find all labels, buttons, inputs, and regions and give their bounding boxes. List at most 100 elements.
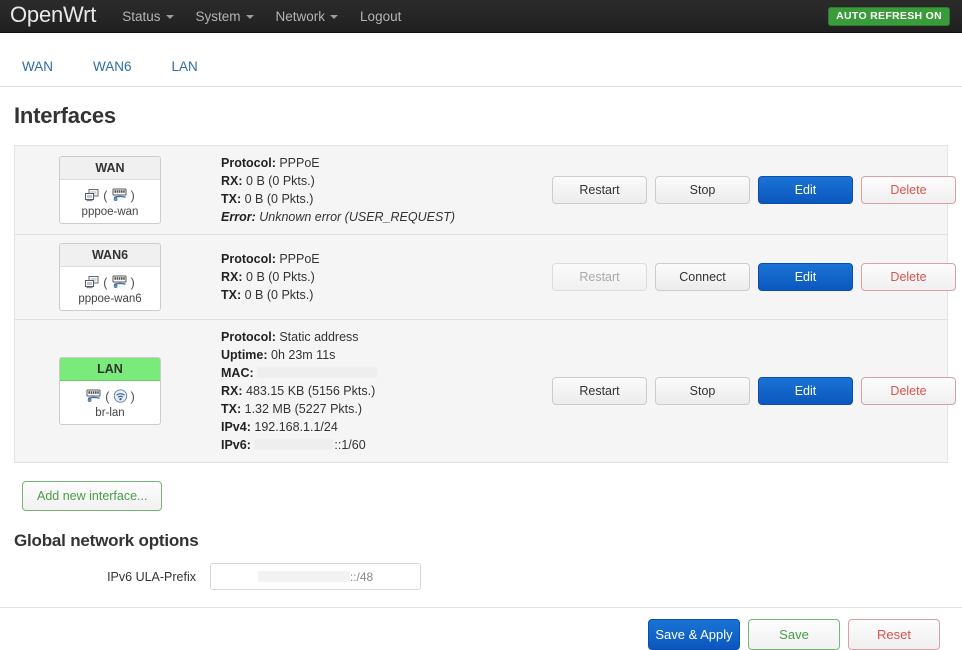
nav-item-system[interactable]: System xyxy=(196,9,254,24)
detail-key: IPv4: xyxy=(221,420,251,434)
tab-wan[interactable]: WAN xyxy=(22,59,53,74)
redacted-value xyxy=(254,439,335,450)
detail-line: Protocol: PPPoE xyxy=(221,250,552,268)
global-network-options-title: Global network options xyxy=(14,531,199,550)
connect-button[interactable]: Connect xyxy=(655,263,750,291)
detail-value: 0 B (0 Pkts.) xyxy=(246,174,315,188)
detail-line: MAC: xyxy=(221,364,552,382)
network-computers-icon xyxy=(85,188,100,202)
detail-line: Protocol: Static address xyxy=(221,328,552,346)
page-content: Interfaces WAN() pppoe-wan Protocol: PPPoE… xyxy=(0,103,962,590)
detail-key: RX: xyxy=(221,384,243,398)
save-apply-button[interactable]: Save & Apply xyxy=(648,619,740,650)
save-button[interactable]: Save xyxy=(748,619,840,650)
interface-badge-cell: WAN6() pppoe-wan6 xyxy=(15,243,205,311)
edit-button[interactable]: Edit xyxy=(758,377,853,405)
wifi-icon xyxy=(113,389,128,403)
page-title: Interfaces xyxy=(14,103,116,128)
detail-line: Protocol: PPPoE xyxy=(221,154,552,172)
detail-value: 192.168.1.1/24 xyxy=(254,420,338,434)
detail-key: Protocol: xyxy=(221,252,276,266)
detail-value: PPPoE xyxy=(279,252,320,266)
paren-open: ( xyxy=(103,187,108,203)
detail-line: IPv4: 192.168.1.1/24 xyxy=(221,418,552,436)
detail-value: 0 B (0 Pkts.) xyxy=(244,192,314,206)
detail-line: RX: 483.15 KB (5156 Pkts.) xyxy=(221,382,552,400)
detail-key: Protocol: xyxy=(221,156,276,170)
interface-row: WAN() pppoe-wan Protocol: PPPoE RX: 0 B (0 … xyxy=(15,146,956,235)
interface-icons: () xyxy=(60,267,160,293)
add-interface-wrap: Add new interface... xyxy=(22,481,948,511)
nav-item-label: System xyxy=(195,8,241,24)
detail-line: Uptime: 0h 23m 11s xyxy=(221,346,552,364)
main-nav: Status System Network Logout xyxy=(122,9,423,24)
ula-prefix-suffix: ::/48 xyxy=(349,569,374,584)
detail-key: TX: xyxy=(221,192,242,206)
nav-item-status[interactable]: Status xyxy=(122,8,174,24)
auto-refresh-badge[interactable]: AUTO REFRESH ON xyxy=(828,7,950,26)
interface-badge-lan[interactable]: LAN() br-lan xyxy=(59,357,161,425)
interface-icons: () xyxy=(60,381,160,407)
redacted-ula-prefix xyxy=(257,571,350,582)
interface-name: LAN xyxy=(60,358,160,381)
detail-line: TX: 1.32 MB (5227 Pkts.) xyxy=(221,400,552,418)
page-footer: Save & Apply Save Reset xyxy=(0,607,962,650)
paren-open: ( xyxy=(105,388,110,404)
chevron-down-icon xyxy=(165,15,174,19)
edit-button[interactable]: Edit xyxy=(758,263,853,291)
tab-lan[interactable]: LAN xyxy=(172,59,198,74)
chevron-down-icon xyxy=(245,15,254,19)
reset-button[interactable]: Reset xyxy=(848,619,940,650)
stop-button[interactable]: Stop xyxy=(655,377,750,405)
delete-button[interactable]: Delete xyxy=(861,377,956,405)
nav-item-logout[interactable]: Logout xyxy=(360,9,401,24)
restart-button[interactable]: Restart xyxy=(552,377,647,405)
interfaces-panel: WAN() pppoe-wan Protocol: PPPoE RX: 0 B (0 … xyxy=(14,145,956,463)
add-new-interface-button[interactable]: Add new interface... xyxy=(22,481,163,511)
tab-wan6[interactable]: WAN6 xyxy=(93,59,132,74)
interface-actions: Restart Stop Edit Delete xyxy=(552,176,956,204)
nav-item-network[interactable]: Network xyxy=(276,9,339,24)
ula-prefix-label: IPv6 ULA-Prefix xyxy=(107,569,196,584)
detail-line: IPv6: ::1/60 xyxy=(221,436,552,454)
interface-row: WAN6() pppoe-wan6 Protocol: PPPoE RX: 0 B (… xyxy=(15,235,956,320)
stop-button[interactable]: Stop xyxy=(655,176,750,204)
ula-prefix-input[interactable]: ::/48 xyxy=(210,563,421,590)
restart-button[interactable]: Restart xyxy=(552,176,647,204)
paren-open: ( xyxy=(103,274,108,290)
detail-key: RX: xyxy=(221,270,243,284)
detail-value: Static address xyxy=(279,330,359,344)
chevron-down-icon xyxy=(330,15,339,19)
interface-device-name: br-lan xyxy=(95,407,125,419)
paren-close: ) xyxy=(130,187,135,203)
interface-device-name: pppoe-wan xyxy=(81,206,139,218)
interface-name: WAN6 xyxy=(60,244,160,267)
edit-button[interactable]: Edit xyxy=(758,176,853,204)
interface-badge-cell: WAN() pppoe-wan xyxy=(15,156,205,224)
ethernet-port-icon xyxy=(85,389,102,403)
interface-tabs: WAN WAN6 LAN xyxy=(0,47,962,87)
nav-item-label: Status xyxy=(122,8,161,24)
interface-badge-cell: LAN() br-lan xyxy=(15,357,205,425)
restart-button: Restart xyxy=(552,263,647,291)
interface-badge-wan[interactable]: WAN() pppoe-wan xyxy=(59,156,161,224)
interface-details: Protocol: PPPoE RX: 0 B (0 Pkts.) TX: 0 B … xyxy=(205,154,552,226)
detail-line: TX: 0 B (0 Pkts.) xyxy=(221,286,552,304)
detail-value: 0 B (0 Pkts.) xyxy=(246,270,315,284)
delete-button[interactable]: Delete xyxy=(861,176,956,204)
detail-value: 483.15 KB (5156 Pkts.) xyxy=(246,384,376,398)
detail-key: Uptime: xyxy=(221,348,268,362)
interface-icons: () xyxy=(60,180,160,206)
delete-button[interactable]: Delete xyxy=(861,263,956,291)
brand-logo[interactable]: OpenWrt xyxy=(10,4,96,28)
nav-item-label: Network xyxy=(275,8,326,24)
ethernet-port-icon xyxy=(111,188,128,202)
top-navbar: OpenWrt Status System Network Logout AUTO R… xyxy=(0,0,962,33)
interface-actions: Restart Connect Edit Delete xyxy=(552,263,956,291)
network-computers-icon xyxy=(85,275,100,289)
interface-device-name: pppoe-wan6 xyxy=(78,293,142,305)
detail-line: RX: 0 B (0 Pkts.) xyxy=(221,268,552,286)
interface-badge-wan6[interactable]: WAN6() pppoe-wan6 xyxy=(59,243,161,311)
interface-actions: Restart Stop Edit Delete xyxy=(552,377,956,405)
redacted-value xyxy=(257,367,378,378)
